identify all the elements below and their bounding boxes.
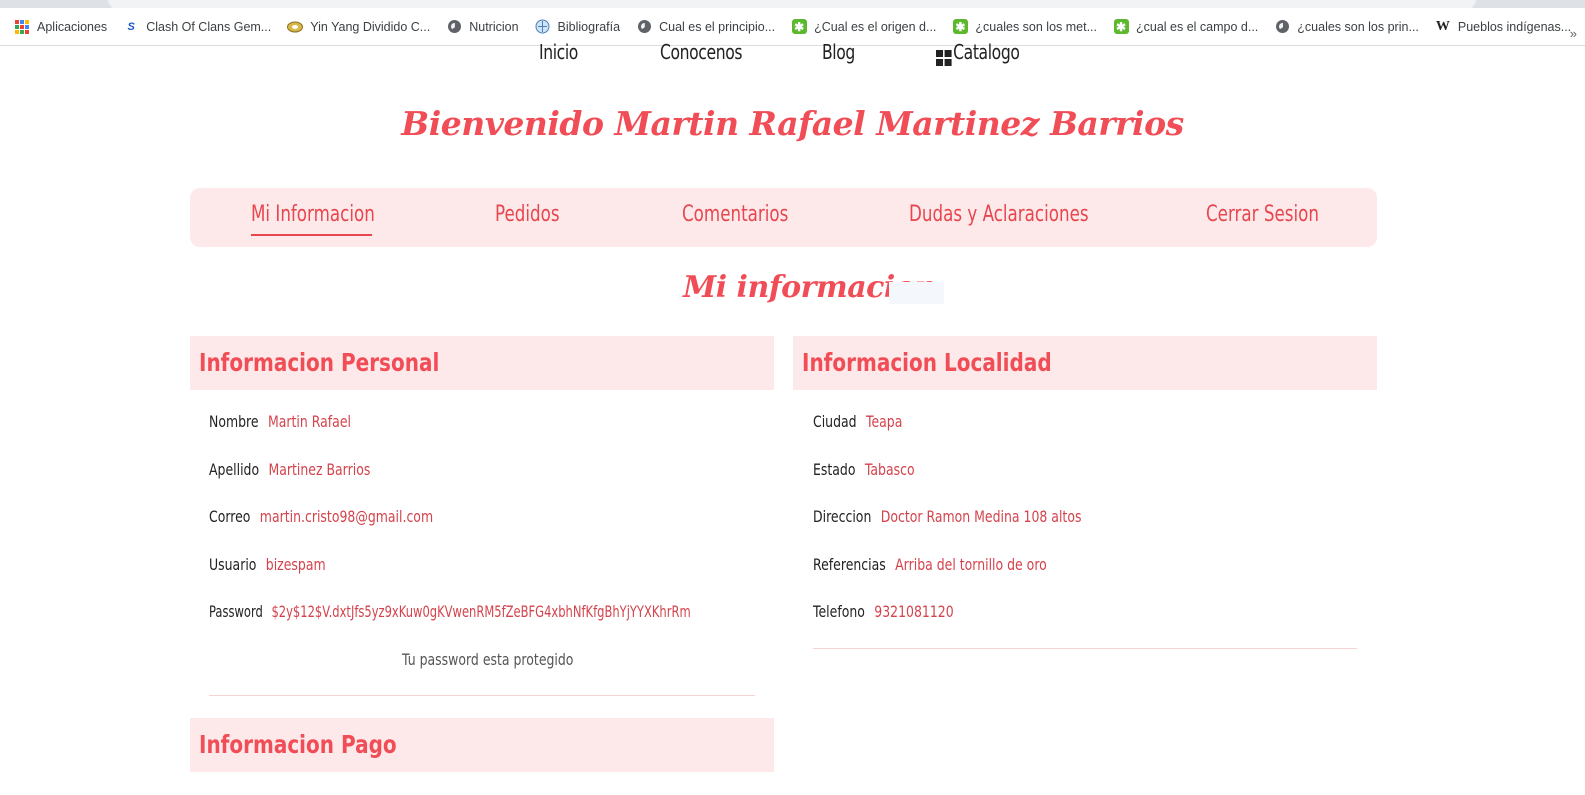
bookmark-pueblos[interactable]: W Pueblos indígenas...	[1435, 19, 1571, 35]
ciudad-label: Ciudad	[813, 412, 857, 431]
bookmark-aplicaciones[interactable]: Aplicaciones	[14, 19, 107, 35]
localidad-info-title: Informacion Localidad	[802, 348, 1052, 377]
ciudad-value: Teapa	[865, 412, 903, 431]
nav-inicio[interactable]: Inicio	[539, 40, 578, 64]
usuario-label: Usuario	[209, 555, 257, 574]
bookmark-label: Yin Yang Dividido C...	[310, 19, 431, 34]
account-tab-bar: Mi Informacion Pedidos Comentarios Dudas…	[190, 188, 1377, 247]
telefono-label: Telefono	[813, 602, 865, 621]
tab-comentarios[interactable]: Comentarios	[682, 202, 788, 227]
title-highlight	[889, 282, 944, 304]
globe-icon	[636, 19, 652, 35]
correo-row: Correo martin.cristo98@gmail.com	[209, 507, 433, 531]
bookmark-nutricion[interactable]: Nutricion	[446, 19, 519, 35]
telefono-value: 9321081120	[874, 602, 954, 621]
globe-icon	[446, 19, 462, 35]
yin-yang-icon	[287, 19, 304, 35]
bookmark-label: Nutricion	[469, 19, 519, 34]
nombre-value: Martin Rafael	[267, 412, 351, 431]
password-protected-note: Tu password esta protegido	[402, 650, 574, 669]
nav-catalogo-label: Catalogo	[953, 40, 1020, 64]
nav-catalogo-link[interactable]: Catalogo	[936, 40, 1020, 66]
estado-value: Tabasco	[864, 460, 915, 479]
bookmark-clash-of-clans[interactable]: S Clash Of Clans Gem...	[123, 19, 272, 35]
bookmark-label: Cual es el principio...	[659, 19, 776, 34]
green-gear-icon: ✱	[791, 19, 807, 35]
tab-mi-informacion[interactable]: Mi Informacion	[251, 202, 375, 227]
welcome-heading: Bienvenido Martin Rafael Martinez Barrio…	[401, 104, 1184, 143]
bookmark-principio[interactable]: Cual es el principio...	[636, 19, 775, 35]
grid-icon	[936, 50, 952, 66]
green-gear-icon: ✱	[952, 19, 968, 35]
telefono-row: Telefono 9321081120	[813, 602, 954, 626]
apellido-value: Martinez Barrios	[268, 460, 371, 479]
green-gear-icon: ✱	[1113, 19, 1129, 35]
direccion-row: Direccion Doctor Ramon Medina 108 altos	[813, 507, 1081, 531]
apps-grid-icon	[14, 19, 30, 35]
estado-label: Estado	[813, 460, 856, 479]
usuario-value: bizespam	[265, 555, 326, 574]
direccion-label: Direccion	[813, 507, 872, 526]
localidad-divider	[813, 648, 1357, 649]
bookmark-label: ¿Cual es el origen d...	[814, 19, 937, 34]
personal-divider	[209, 695, 755, 696]
pago-info-title: Informacion Pago	[199, 730, 397, 759]
browser-toolbar	[0, 0, 1585, 10]
bookmark-bibliografia[interactable]: Bibliografía	[535, 19, 621, 35]
tab-cerrar-sesion[interactable]: Cerrar Sesion	[1206, 202, 1319, 227]
apellido-label: Apellido	[209, 460, 260, 479]
ciudad-row: Ciudad Teapa	[813, 412, 902, 436]
usuario-row: Usuario bizespam	[209, 555, 326, 579]
bookmark-metodos[interactable]: ✱ ¿cuales son los met...	[952, 19, 1097, 35]
correo-label: Correo	[209, 507, 251, 526]
correo-value: martin.cristo98@gmail.com	[259, 507, 434, 526]
bookmark-label: ¿cuales son los met...	[975, 19, 1097, 34]
direccion-value: Doctor Ramon Medina 108 altos	[880, 507, 1082, 526]
bookmark-label: Aplicaciones	[37, 19, 108, 34]
referencias-row: Referencias Arriba del tornillo de oro	[813, 555, 1047, 579]
site-nav: Inicio Conocenos Blog Catalogo	[0, 40, 1585, 70]
bookmark-label: ¿cual es el campo d...	[1136, 19, 1259, 34]
bookmark-label: Clash Of Clans Gem...	[146, 19, 272, 34]
personal-info-header: Informacion Personal	[190, 336, 774, 390]
nav-conocenos[interactable]: Conocenos	[660, 40, 742, 64]
bookmark-principios[interactable]: ¿cuales son los prin...	[1274, 19, 1419, 35]
localidad-info-header: Informacion Localidad	[793, 336, 1377, 390]
tab-dudas-aclaraciones[interactable]: Dudas y Aclaraciones	[909, 202, 1089, 227]
bookmarks-overflow-button[interactable]: »	[1570, 26, 1577, 41]
nav-blog[interactable]: Blog	[822, 40, 855, 64]
wikipedia-icon: W	[1435, 18, 1450, 34]
apellido-row: Apellido Martinez Barrios	[209, 460, 370, 484]
active-tab-indicator	[251, 234, 372, 236]
tab-pedidos[interactable]: Pedidos	[495, 202, 560, 227]
personal-info-title: Informacion Personal	[199, 348, 440, 377]
bookmark-campo[interactable]: ✱ ¿cual es el campo d...	[1113, 19, 1258, 35]
bookmark-origen[interactable]: ✱ ¿Cual es el origen d...	[791, 19, 936, 35]
bookmark-label: ¿cuales son los prin...	[1297, 19, 1419, 34]
estado-row: Estado Tabasco	[813, 460, 915, 484]
s-logo-icon: S	[127, 20, 135, 33]
globe-icon	[535, 19, 551, 35]
password-value: $2y$12$V.dxtJfs5yz9xKuw0gKVwenRM5fZeBFG4…	[271, 602, 691, 621]
bookmark-label: Pueblos indígenas...	[1457, 19, 1572, 34]
pago-info-header: Informacion Pago	[190, 718, 774, 772]
bookmark-label: Bibliografía	[557, 19, 621, 34]
globe-icon	[1274, 19, 1290, 35]
referencias-label: Referencias	[813, 555, 886, 574]
nombre-row: Nombre Martin Rafael	[209, 412, 351, 436]
nombre-label: Nombre	[209, 412, 259, 431]
referencias-value: Arriba del tornillo de oro	[895, 555, 1047, 574]
password-row: Password $2y$12$V.dxtJfs5yz9xKuw0gKVwenRM…	[209, 602, 691, 626]
password-label: Password	[209, 602, 263, 621]
bookmark-yin-yang[interactable]: Yin Yang Dividido C...	[287, 19, 430, 35]
